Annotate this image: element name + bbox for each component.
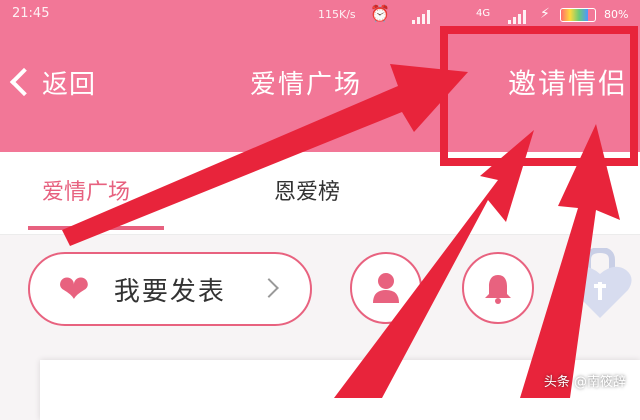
back-label: 返回 — [42, 69, 97, 100]
profile-button[interactable] — [350, 252, 422, 324]
content-card[interactable] — [40, 360, 640, 420]
battery-icon — [560, 8, 596, 22]
page-title: 爱情广场 — [250, 70, 363, 100]
signal-icon — [508, 10, 526, 24]
alarm-icon: ⏰ — [370, 4, 390, 23]
network-type: 4G — [476, 8, 491, 19]
user-icon — [373, 273, 399, 303]
active-tab-indicator — [28, 226, 164, 230]
divider — [0, 234, 640, 235]
chevron-left-icon — [9, 67, 39, 97]
net-speed: 115K/s — [318, 8, 356, 21]
heart-icon: ❤ — [58, 267, 90, 311]
signal-icon — [412, 10, 430, 24]
chevron-right-icon — [259, 278, 279, 298]
bell-icon — [485, 275, 511, 304]
back-button[interactable]: 返回 — [4, 60, 96, 104]
heart-lock-icon[interactable] — [566, 248, 636, 320]
charging-icon: ⚡ — [540, 6, 550, 22]
annotation-highlight-box — [440, 26, 638, 166]
post-label: 我要发表 — [113, 276, 226, 307]
tab-love-ranking[interactable]: 恩爱榜 — [274, 174, 340, 206]
watermark: 头条 @南筱辞 — [543, 375, 626, 390]
post-button[interactable]: ❤ 我要发表 — [28, 252, 312, 326]
status-time: 21:45 — [12, 6, 50, 21]
battery-label: 80% — [604, 8, 629, 21]
tab-love-square[interactable]: 爱情广场 — [42, 174, 130, 206]
notification-button[interactable] — [462, 252, 534, 324]
